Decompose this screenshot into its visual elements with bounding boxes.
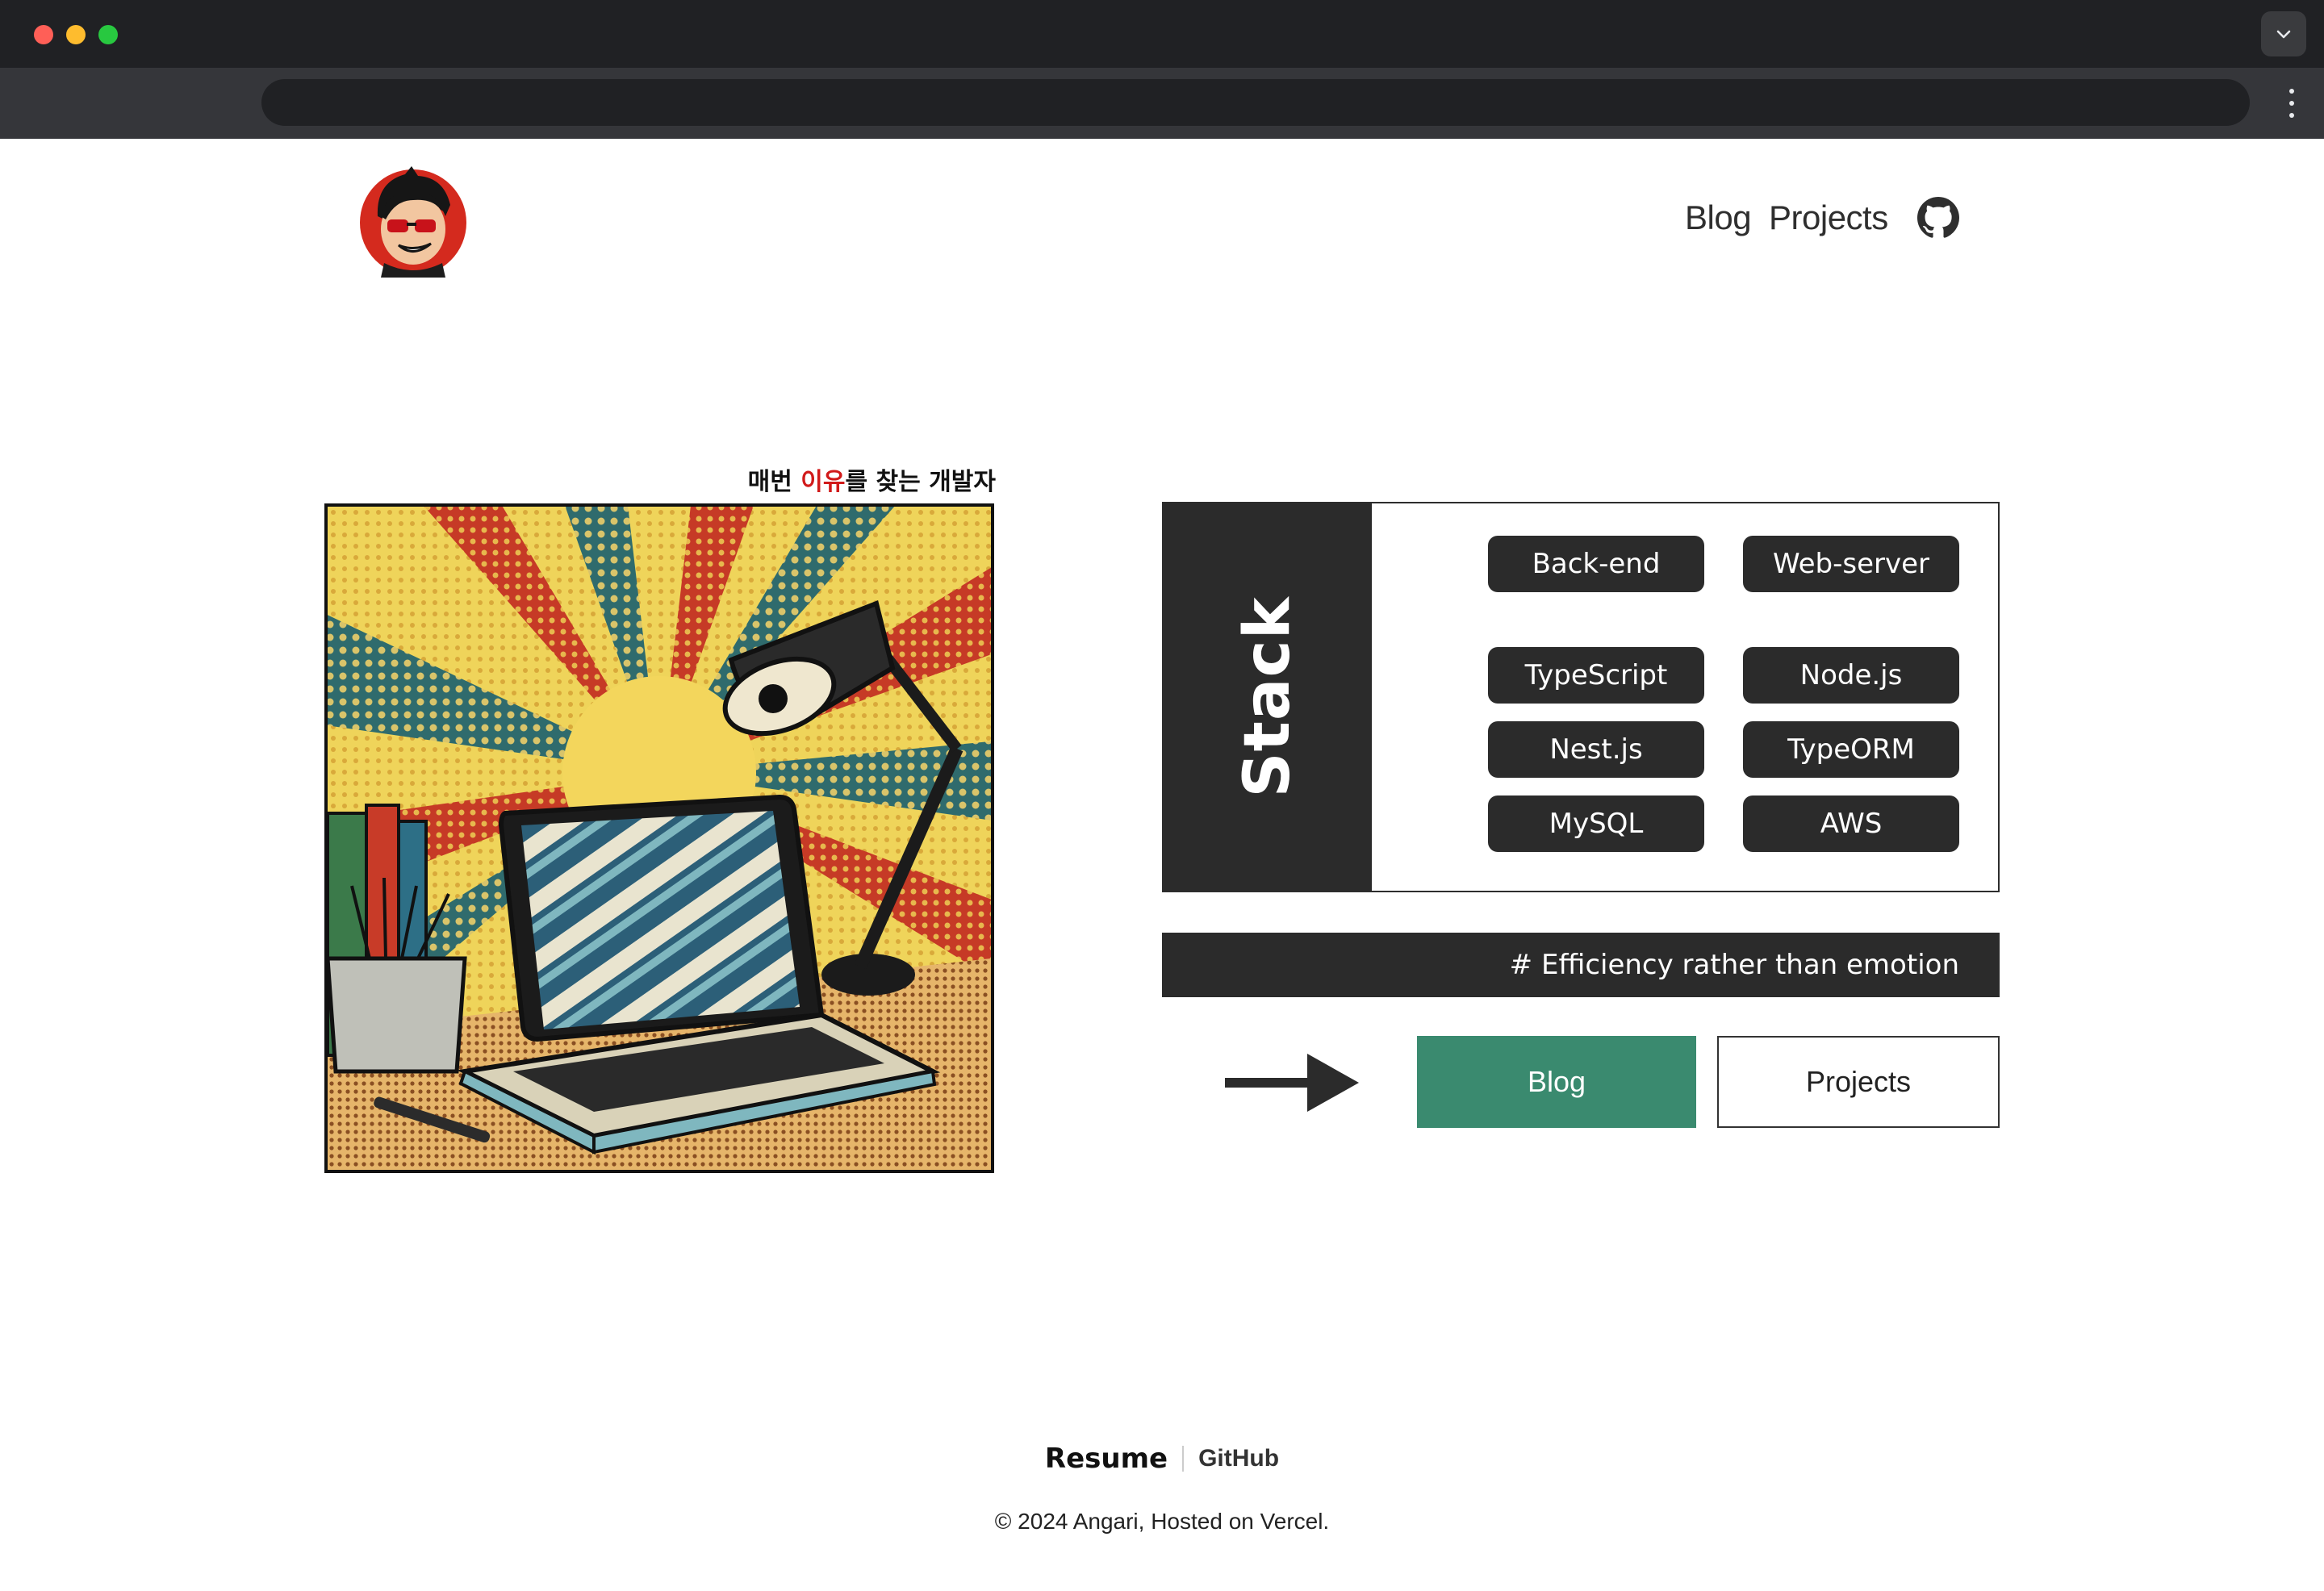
- stack-pill-mysql: MySQL: [1488, 796, 1704, 852]
- copyright-text: © 2024 Angari, Hosted on Vercel.: [994, 1509, 1330, 1534]
- nav-projects-label[interactable]: Projects: [1769, 198, 1888, 237]
- stack-pill-webserver: Web-server: [1743, 536, 1959, 592]
- tab-search-button[interactable]: [2261, 11, 2306, 56]
- stack-panel: Stack Back-end Web-server TypeScript Nod…: [1162, 502, 2000, 892]
- arrow-right-icon: [1225, 1054, 1359, 1112]
- tagline-accent: 이유: [800, 468, 846, 496]
- stack-title: Stack: [1231, 596, 1304, 798]
- stack-pill-typeorm: TypeORM: [1743, 721, 1959, 778]
- blog-button[interactable]: Blog: [1417, 1036, 1696, 1128]
- stack-pill-nestjs: Nest.js: [1488, 721, 1704, 778]
- footer-links: Resume GitHub: [0, 1443, 2324, 1475]
- nav-blog-label[interactable]: Blog: [1685, 198, 1752, 237]
- stack-sidebar: Stack: [1164, 503, 1372, 891]
- github-icon[interactable]: [1917, 197, 1959, 239]
- browser-titlebar: [0, 0, 2324, 68]
- footer-github-link[interactable]: GitHub: [1198, 1445, 1279, 1472]
- tagline-suffix: 를 찾는 개발자: [845, 468, 997, 496]
- address-bar[interactable]: [261, 79, 2250, 126]
- avatar-logo[interactable]: [355, 160, 468, 278]
- stack-pill-backend: Back-end: [1488, 536, 1704, 592]
- nav-blog-link[interactable]: Blog: [1685, 195, 1752, 240]
- projects-button[interactable]: Projects: [1717, 1036, 2000, 1128]
- minimize-window-button[interactable]: [66, 25, 86, 44]
- motto-text: # Efficiency rather than emotion: [1509, 949, 1959, 981]
- nav-projects-link[interactable]: Projects: [1769, 195, 1888, 240]
- browser-toolbar: [0, 68, 2324, 139]
- maximize-window-button[interactable]: [98, 25, 118, 44]
- stack-pill-typescript: TypeScript: [1488, 647, 1704, 704]
- footer-divider: [1182, 1446, 1185, 1472]
- hero-illustration: [324, 503, 994, 1173]
- tagline-prefix: 매번: [747, 468, 801, 496]
- footer-resume-link[interactable]: Resume: [1045, 1443, 1168, 1475]
- motto-bar: # Efficiency rather than emotion: [1162, 933, 2000, 997]
- stack-pill-aws: AWS: [1743, 796, 1959, 852]
- hero-tagline: 매번 이유를 찾는 개발자: [629, 461, 996, 497]
- browser-menu-button[interactable]: [2277, 82, 2306, 124]
- stack-pill-nodejs: Node.js: [1743, 647, 1959, 704]
- chevron-down-icon: [2276, 30, 2291, 39]
- close-window-button[interactable]: [34, 25, 53, 44]
